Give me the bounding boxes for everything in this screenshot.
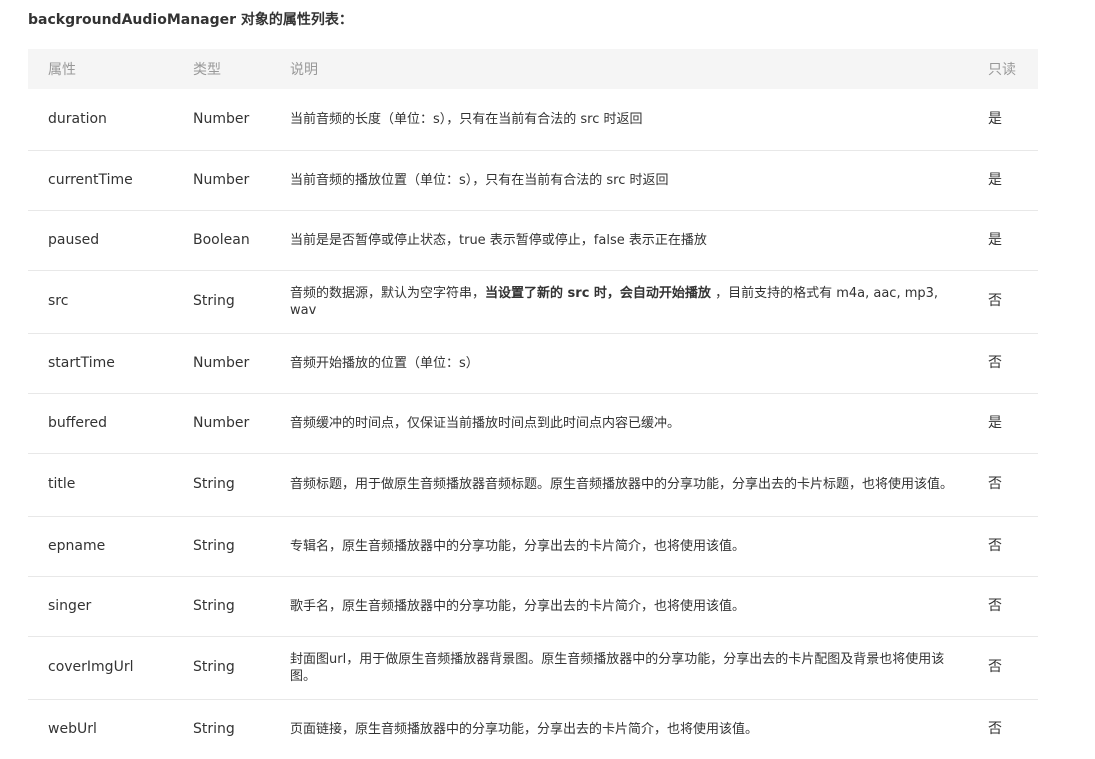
cell-readonly: 否 bbox=[988, 636, 1038, 700]
table-row: startTime Number 音频开始播放的位置（单位：s） 否 bbox=[28, 333, 1038, 394]
cell-readonly: 否 bbox=[988, 453, 1038, 517]
cell-property-name: title bbox=[28, 453, 193, 517]
cell-readonly: 否 bbox=[988, 516, 1038, 577]
description-text: 专辑名，原生音频播放器中的分享功能，分享出去的卡片简介，也将使用该值。 bbox=[290, 538, 746, 554]
cell-description: 页面链接，原生音频播放器中的分享功能，分享出去的卡片简介，也将使用该值。 bbox=[290, 699, 988, 759]
cell-description: 音频标题，用于做原生音频播放器音频标题。原生音频播放器中的分享功能，分享出去的卡… bbox=[290, 453, 988, 517]
table-row: buffered Number 音频缓冲的时间点，仅保证当前播放时间点到此时间点内容… bbox=[28, 393, 1038, 454]
cell-description: 当前音频的播放位置（单位：s），只有在当前有合法的 src 时返回 bbox=[290, 150, 988, 211]
cell-description: 封面图url，用于做原生音频播放器背景图。原生音频播放器中的分享功能，分享出去的… bbox=[290, 636, 988, 700]
header-type: 类型 bbox=[193, 49, 290, 89]
description-emphasis: 当设置了新的 src 时，会自动开始播放 bbox=[485, 285, 711, 301]
cell-type: String bbox=[193, 636, 290, 700]
cell-readonly: 是 bbox=[988, 393, 1038, 454]
description-text: 当前音频的长度（单位：s），只有在当前有合法的 src 时返回 bbox=[290, 111, 643, 127]
table-row: duration Number 当前音频的长度（单位：s），只有在当前有合法的 sr… bbox=[28, 89, 1038, 151]
cell-description: 当前是是否暂停或停止状态，true 表示暂停或停止，false 表示正在播放 bbox=[290, 210, 988, 271]
table-row: title String 音频标题，用于做原生音频播放器音频标题。原生音频播放器中的… bbox=[28, 453, 1038, 517]
cell-readonly: 是 bbox=[988, 150, 1038, 211]
table-header: 属性 类型 说明 只读 bbox=[28, 49, 1038, 89]
description-text: 音频开始播放的位置（单位：s） bbox=[290, 355, 479, 371]
description-text: 封面图url，用于做原生音频播放器背景图。原生音频播放器中的分享功能，分享出去的… bbox=[290, 651, 945, 684]
description-text: 音频的数据源，默认为空字符串， bbox=[290, 285, 486, 301]
cell-description: 音频的数据源，默认为空字符串，当设置了新的 src 时，会自动开始播放 ，目前支… bbox=[290, 270, 988, 334]
cell-type: Number bbox=[193, 89, 290, 151]
header-readonly: 只读 bbox=[988, 49, 1038, 89]
description-text: 音频缓冲的时间点，仅保证当前播放时间点到此时间点内容已缓冲。 bbox=[290, 415, 681, 431]
cell-property-name: epname bbox=[28, 516, 193, 577]
table-row: paused Boolean 当前是是否暂停或停止状态，true 表示暂停或停止，f… bbox=[28, 210, 1038, 271]
cell-readonly: 否 bbox=[988, 270, 1038, 334]
table-row: currentTime Number 当前音频的播放位置（单位：s），只有在当前有合… bbox=[28, 150, 1038, 211]
cell-description: 歌手名，原生音频播放器中的分享功能，分享出去的卡片简介，也将使用该值。 bbox=[290, 576, 988, 637]
cell-property-name: currentTime bbox=[28, 150, 193, 211]
cell-description: 专辑名，原生音频播放器中的分享功能，分享出去的卡片简介，也将使用该值。 bbox=[290, 516, 988, 577]
cell-property-name: startTime bbox=[28, 333, 193, 394]
cell-description: 音频开始播放的位置（单位：s） bbox=[290, 333, 988, 394]
cell-type: Number bbox=[193, 393, 290, 454]
cell-property-name: buffered bbox=[28, 393, 193, 454]
cell-property-name: coverImgUrl bbox=[28, 636, 193, 700]
description-text: 音频标题，用于做原生音频播放器音频标题。原生音频播放器中的分享功能，分享出去的卡… bbox=[290, 477, 954, 492]
table-row: src String 音频的数据源，默认为空字符串，当设置了新的 src 时，会自动… bbox=[28, 270, 1038, 334]
cell-property-name: webUrl bbox=[48, 720, 97, 737]
cell-type: Boolean bbox=[193, 210, 290, 271]
table-body: duration Number 当前音频的长度（单位：s），只有在当前有合法的 sr… bbox=[28, 89, 1038, 759]
description-text: 当前音频的播放位置（单位：s），只有在当前有合法的 src 时返回 bbox=[290, 172, 669, 188]
cell-readonly: 是 bbox=[988, 89, 1038, 151]
cell-readonly: 否 bbox=[988, 333, 1038, 394]
cell-property-name: duration bbox=[28, 89, 193, 151]
description-text: 歌手名，原生音频播放器中的分享功能，分享出去的卡片简介，也将使用该值。 bbox=[290, 598, 746, 614]
cell-readonly: 否 bbox=[988, 576, 1038, 637]
cell-property-name: paused bbox=[28, 210, 193, 271]
table-row: coverImgUrl String 封面图url，用于做原生音频播放器背景图。原生… bbox=[28, 636, 1038, 700]
cell-type: String bbox=[193, 516, 290, 577]
cell-description: 当前音频的长度（单位：s），只有在当前有合法的 src 时返回 bbox=[290, 89, 988, 151]
cell-readonly: 否 bbox=[988, 720, 1002, 737]
cell-type: Number bbox=[193, 333, 290, 394]
cell-type: String bbox=[193, 270, 290, 334]
cell-property-name: singer bbox=[28, 576, 193, 637]
table-row: epname String 专辑名，原生音频播放器中的分享功能，分享出去的卡片简介，… bbox=[28, 516, 1038, 577]
description-text: 页面链接，原生音频播放器中的分享功能，分享出去的卡片简介，也将使用该值。 bbox=[290, 721, 759, 737]
header-description: 说明 bbox=[290, 49, 988, 89]
cell-type: String bbox=[193, 453, 290, 517]
page-heading: backgroundAudioManager 对象的属性列表： bbox=[28, 12, 353, 28]
table-row: singer String 歌手名，原生音频播放器中的分享功能，分享出去的卡片简介，… bbox=[28, 576, 1038, 637]
header-row: 属性 类型 说明 只读 bbox=[28, 49, 1038, 89]
cell-readonly: 是 bbox=[988, 210, 1038, 271]
cell-type: Number bbox=[193, 150, 290, 211]
description-text: 当前是是否暂停或停止状态，true 表示暂停或停止，false 表示正在播放 bbox=[290, 232, 707, 248]
cell-description: 音频缓冲的时间点，仅保证当前播放时间点到此时间点内容已缓冲。 bbox=[290, 393, 988, 454]
cell-type: String bbox=[193, 720, 235, 737]
table-row: webUrl String 页面链接，原生音频播放器中的分享功能，分享出去的卡片简介… bbox=[28, 699, 1038, 759]
cell-property-name: src bbox=[28, 270, 193, 334]
header-property: 属性 bbox=[28, 49, 193, 89]
cell-type: String bbox=[193, 576, 290, 637]
properties-table: 属性 类型 说明 只读 duration Number 当前音频的长度（单位：s），… bbox=[28, 49, 1038, 759]
